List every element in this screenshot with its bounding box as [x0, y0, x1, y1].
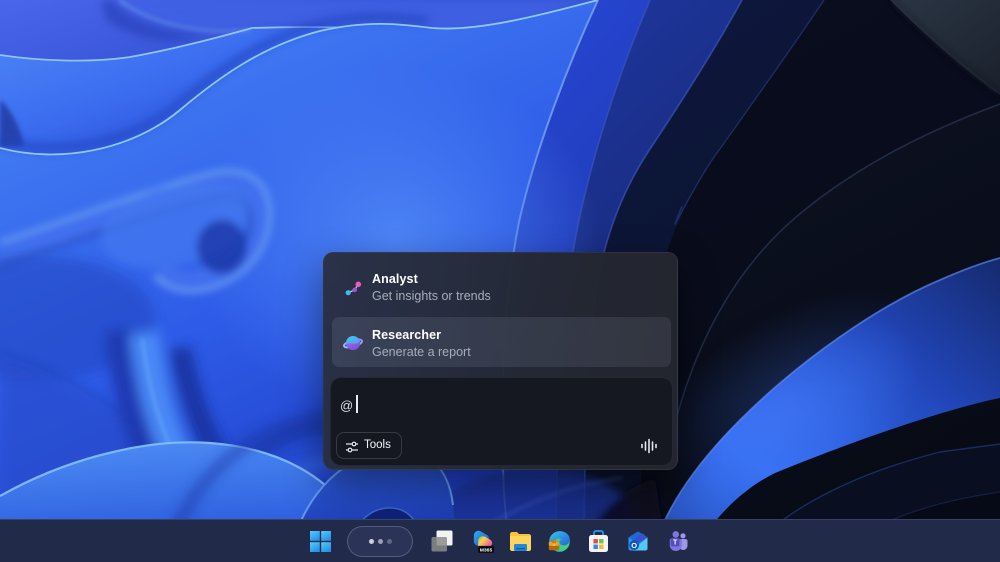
svg-text:M365: M365: [480, 548, 493, 554]
svg-text:T: T: [673, 540, 678, 547]
svg-text:O: O: [631, 541, 637, 550]
